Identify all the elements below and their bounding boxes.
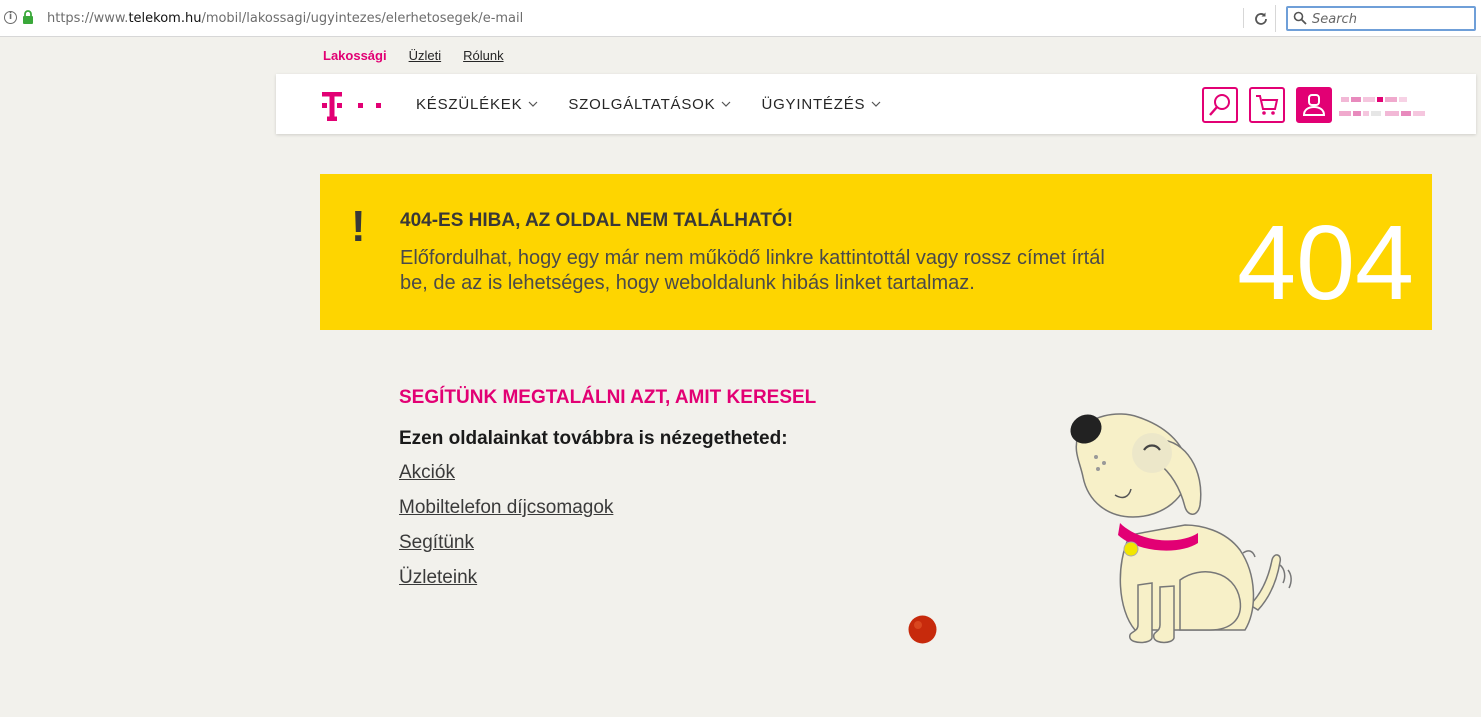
address-bar[interactable]: i https://www.telekom.hu/mobil/lakossagi… — [0, 5, 1276, 32]
cart-button[interactable] — [1249, 87, 1285, 123]
error-banner: ! 404-ES HIBA, AZ OLDAL NEM TALÁLHATÓ! E… — [320, 174, 1432, 330]
ball-illustration — [908, 615, 937, 644]
segment-link-business[interactable]: Üzleti — [409, 48, 442, 63]
link-mobile-plans[interactable]: Mobiltelefon díjcsomagok — [399, 497, 613, 518]
link-help[interactable]: Segítünk — [399, 532, 474, 553]
nav-item-services[interactable]: SZOLGÁLTATÁSOK — [568, 96, 731, 113]
help-link-list: Akciók Mobiltelefon díjcsomagok Segítünk… — [399, 462, 613, 602]
help-title: SEGÍTÜNK MEGTALÁLNI AZT, AMIT KERESEL — [399, 387, 817, 408]
url-text[interactable]: https://www.telekom.hu/mobil/lakossagi/u… — [47, 11, 523, 26]
chevron-down-icon — [722, 101, 731, 107]
chevron-down-icon — [871, 101, 881, 107]
link-offers[interactable]: Akciók — [399, 462, 455, 483]
site-header: KÉSZÜLÉKEK SZOLGÁLTATÁSOK ÜGYINTÉZÉS — [276, 74, 1476, 134]
help-subtitle: Ezen oldalainkat továbbra is nézegethete… — [399, 428, 788, 449]
browser-search-input[interactable] — [1312, 10, 1470, 28]
cart-icon — [1256, 95, 1279, 115]
nav-item-label: SZOLGÁLTATÁSOK — [568, 95, 716, 113]
dog-illustration — [1070, 413, 1292, 644]
list-item: Mobiltelefon díjcsomagok — [399, 497, 613, 532]
user-icon — [1302, 94, 1326, 116]
error-code: 404 — [1237, 204, 1414, 322]
account-button[interactable] — [1296, 87, 1332, 123]
search-button[interactable] — [1202, 87, 1238, 123]
lock-icon[interactable] — [22, 10, 34, 24]
chevron-down-icon — [528, 101, 538, 107]
reload-icon[interactable] — [1253, 11, 1269, 27]
warning-icon: ! — [351, 202, 366, 251]
list-item: Üzleteink — [399, 567, 613, 602]
error-description: Előfordulhat, hogy egy már nem működő li… — [400, 247, 1105, 294]
nav-item-devices[interactable]: KÉSZÜLÉKEK — [416, 96, 538, 113]
url-domain: telekom.hu — [128, 11, 202, 26]
divider — [1243, 8, 1244, 28]
magnifier-icon — [1209, 94, 1230, 116]
link-stores[interactable]: Üzleteink — [399, 567, 477, 588]
info-icon[interactable]: i — [4, 11, 17, 24]
search-icon — [1293, 11, 1307, 25]
list-item: Akciók — [399, 462, 613, 497]
nav-item-label: ÜGYINTÉZÉS — [761, 95, 866, 113]
browser-toolbar: i https://www.telekom.hu/mobil/lakossagi… — [0, 0, 1481, 37]
list-item: Segítünk — [399, 532, 613, 567]
nav-item-customer-service[interactable]: ÜGYINTÉZÉS — [761, 96, 881, 113]
segment-links: Lakossági Üzleti Rólunk — [323, 48, 504, 63]
main-nav: KÉSZÜLÉKEK SZOLGÁLTATÁSOK ÜGYINTÉZÉS — [416, 74, 881, 134]
error-title: 404-ES HIBA, AZ OLDAL NEM TALÁLHATÓ! — [400, 210, 794, 231]
nav-item-label: KÉSZÜLÉKEK — [416, 95, 523, 113]
account-name-redacted — [1339, 97, 1425, 116]
segment-link-residential[interactable]: Lakossági — [323, 48, 387, 63]
browser-search-box[interactable] — [1286, 6, 1476, 31]
segment-link-about[interactable]: Rólunk — [463, 48, 503, 63]
telekom-logo[interactable] — [322, 89, 386, 121]
